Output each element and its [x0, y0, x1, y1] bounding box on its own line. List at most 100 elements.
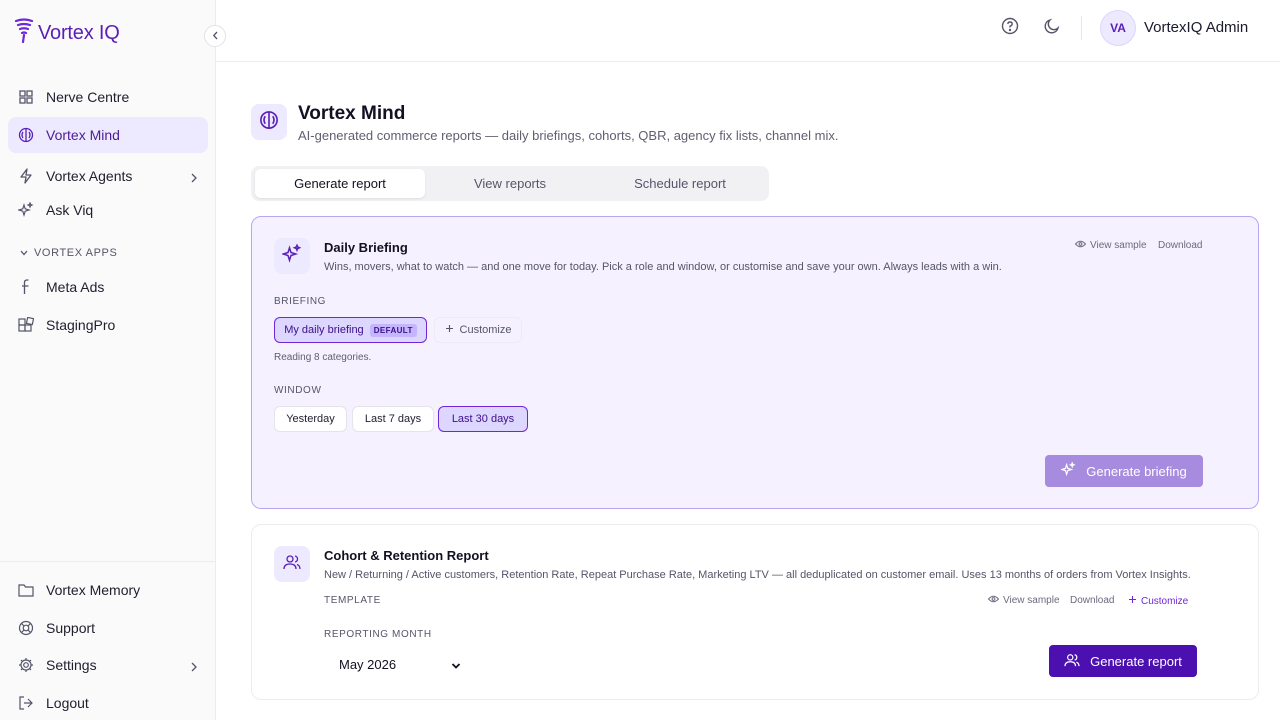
apps-section-header[interactable]: VORTEX APPS [20, 247, 117, 259]
reporting-month-value: May 2026 [339, 656, 397, 672]
customize-briefing-button[interactable]: Customize [434, 317, 522, 343]
sidebar-item-label: Meta Ads [46, 279, 105, 295]
chevron-left-icon [212, 27, 219, 45]
cohort-retention-card: Cohort & Retention Report New / Returnin… [251, 524, 1259, 700]
sidebar-item-settings[interactable]: Settings [8, 647, 208, 683]
sidebar-item-label: Settings [46, 657, 97, 673]
default-badge: DEFAULT [369, 323, 417, 337]
eye-icon [1074, 240, 1087, 251]
download-link[interactable]: Download [1158, 240, 1202, 251]
users-icon [283, 554, 301, 575]
sidebar-item-label: Logout [46, 695, 89, 711]
page-subtitle: AI-generated commerce reports — daily br… [298, 128, 839, 143]
sidebar-item-logout[interactable]: Logout [8, 685, 208, 720]
window-option-last-7-days[interactable]: Last 7 days [352, 406, 434, 432]
sidebar-item-vortex-agents[interactable]: Vortex Agents [8, 158, 208, 194]
help-circle-icon [1001, 17, 1019, 40]
chevron-right-icon [190, 659, 198, 675]
sidebar-item-label: Vortex Memory [46, 582, 141, 598]
sidebar-item-ask-viq[interactable]: Ask Viq [8, 192, 208, 228]
sidebar-item-label: Vortex Mind [46, 127, 120, 143]
sparkles-icon [18, 202, 34, 218]
sidebar: Vortex IQ Nerve Centre Vortex Mind Vorte… [0, 0, 216, 720]
sidebar-item-nerve-centre[interactable]: Nerve Centre [8, 79, 208, 115]
brain-icon [18, 127, 34, 143]
sparkles-icon [1060, 461, 1076, 480]
header-divider [1081, 16, 1082, 40]
gear-icon [18, 657, 34, 673]
generate-report-label: Generate report [1090, 653, 1182, 669]
facebook-icon [18, 279, 34, 295]
tab-schedule-report[interactable]: Schedule report [595, 169, 765, 198]
card-icon [274, 546, 310, 582]
brand-name: Vortex IQ [38, 22, 120, 44]
card-description: Wins, movers, what to watch — and one mo… [324, 261, 1002, 273]
chevron-down-icon [451, 658, 461, 673]
sidebar-item-stagingpro[interactable]: StagingPro [8, 307, 208, 343]
sidebar-item-vortex-mind[interactable]: Vortex Mind [8, 117, 208, 153]
template-label: TEMPLATE [324, 595, 381, 606]
briefing-label: BRIEFING [274, 296, 327, 307]
generate-briefing-label: Generate briefing [1086, 463, 1187, 479]
user-name[interactable]: VortexIQ Admin [1144, 19, 1248, 36]
view-sample-link[interactable]: View sample [1074, 240, 1147, 251]
sidebar-item-label: StagingPro [46, 317, 116, 333]
plus-icon [1128, 595, 1137, 607]
sidebar-divider [0, 561, 216, 562]
sidebar-item-meta-ads[interactable]: Meta Ads [8, 269, 208, 305]
customize-template-link[interactable]: Customize [1128, 595, 1188, 607]
apps-section-label: VORTEX APPS [34, 247, 118, 259]
plus-icon [445, 324, 454, 336]
reporting-month-select[interactable]: May 2026 [325, 650, 467, 678]
bolt-icon [18, 168, 34, 184]
tab-view-reports[interactable]: View reports [425, 169, 595, 198]
moon-icon [1043, 17, 1061, 40]
sidebar-collapse-button[interactable] [204, 25, 226, 47]
view-sample-label: View sample [1003, 595, 1060, 606]
card-title: Daily Briefing [324, 240, 408, 255]
generate-report-button[interactable]: Generate report [1049, 645, 1197, 677]
logout-icon [18, 695, 34, 711]
lifebuoy-icon [18, 620, 34, 636]
blocks-icon [18, 317, 34, 333]
briefing-option-label: My daily briefing [284, 324, 364, 336]
chevron-right-icon [190, 170, 198, 186]
daily-briefing-card: Daily Briefing Wins, movers, what to wat… [251, 216, 1259, 509]
sidebar-item-label: Vortex Agents [46, 168, 133, 184]
grid-icon [18, 89, 34, 105]
card-icon [274, 238, 310, 274]
top-bar: VA VortexIQ Admin [216, 0, 1280, 62]
generate-briefing-button[interactable]: Generate briefing [1045, 455, 1203, 487]
view-sample-label: View sample [1090, 240, 1147, 251]
view-sample-link[interactable]: View sample [987, 595, 1060, 606]
report-tabs: Generate report View reports Schedule re… [251, 166, 769, 201]
window-option-last-30-days[interactable]: Last 30 days [438, 406, 528, 432]
page-icon [251, 104, 287, 140]
help-button[interactable] [999, 17, 1021, 39]
sparkles-icon [280, 242, 302, 269]
window-option-yesterday[interactable]: Yesterday [274, 406, 347, 432]
sidebar-item-label: Ask Viq [46, 202, 94, 218]
tab-generate-report[interactable]: Generate report [255, 169, 425, 198]
avatar[interactable]: VA [1100, 10, 1136, 46]
theme-toggle-button[interactable] [1041, 17, 1063, 39]
reporting-month-label: REPORTING MONTH [324, 629, 432, 640]
sidebar-item-support[interactable]: Support [8, 610, 208, 646]
users-icon [1064, 653, 1080, 670]
window-label: WINDOW [274, 385, 322, 396]
sidebar-item-label: Nerve Centre [46, 89, 130, 105]
customize-label: Customize [459, 324, 512, 336]
customize-label: Customize [1141, 595, 1189, 607]
sidebar-item-vortex-memory[interactable]: Vortex Memory [8, 572, 208, 608]
card-description: New / Returning / Active customers, Rete… [324, 569, 1191, 581]
vortex-logo-icon [14, 18, 34, 49]
chevron-down-icon [20, 247, 28, 259]
brand-logo[interactable]: Vortex IQ [14, 18, 120, 49]
card-title: Cohort & Retention Report [324, 548, 489, 563]
briefing-option-my-daily[interactable]: My daily briefing DEFAULT [274, 317, 427, 343]
reading-hint: Reading 8 categories. [274, 352, 372, 363]
download-link[interactable]: Download [1070, 595, 1114, 606]
eye-icon [987, 595, 1000, 606]
folder-icon [18, 582, 34, 598]
brain-icon [259, 110, 279, 135]
